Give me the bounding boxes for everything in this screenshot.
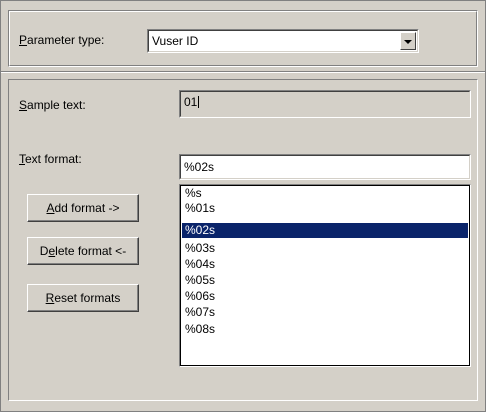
parameter-type-label-mnemonic: P <box>19 33 28 47</box>
parameter-type-label-text: arameter type: <box>27 33 105 47</box>
text-format-input[interactable]: %02s <box>179 154 471 180</box>
parameter-type-value: Vuser ID <box>152 34 199 48</box>
add-format-button[interactable]: Add format -> <box>27 194 139 222</box>
reset-formats-button[interactable]: Reset formats <box>27 284 139 312</box>
delete-format-button[interactable]: Delete format <- <box>27 237 139 265</box>
parameter-properties-dialog: Parameter type: Vuser ID Sample text: 01… <box>0 0 486 412</box>
sample-text-label: Sample text: <box>19 98 86 112</box>
chevron-down-icon <box>404 40 412 44</box>
format-list-item[interactable]: %04s <box>182 257 468 272</box>
add-format-label-post: dd format -> <box>54 201 120 215</box>
reset-formats-label-mnemonic: R <box>45 291 55 305</box>
parameter-type-dropdown[interactable]: Vuser ID <box>147 29 419 53</box>
text-cursor <box>198 96 200 108</box>
parameter-type-label: Parameter type: <box>19 33 104 47</box>
format-list-item[interactable]: %07s <box>182 305 468 320</box>
format-list-item[interactable]: %s <box>182 186 468 201</box>
reset-formats-label-post: eset formats <box>54 291 121 305</box>
sample-text-field-frame <box>180 91 470 117</box>
sample-text-label-mnemonic: S <box>19 98 28 112</box>
format-list[interactable]: %s %01s %02s %03s %04s %05s %06s %07s %0… <box>179 184 471 367</box>
text-format-value: %02s <box>184 160 215 174</box>
format-list-item[interactable]: %08s <box>182 322 468 337</box>
format-list-item[interactable]: %01s <box>182 201 468 216</box>
text-format-label: Text format: <box>19 152 82 166</box>
sample-text-label-text: ample text: <box>27 98 86 112</box>
sample-text-value-wrap: 01 <box>184 95 200 109</box>
section-separator <box>1 71 485 73</box>
delete-format-label-post: lete format <- <box>55 244 127 258</box>
text-format-input-frame <box>180 155 470 179</box>
format-list-item[interactable]: %06s <box>182 289 468 304</box>
sample-text-field: 01 <box>179 90 471 118</box>
text-format-label-text: ext format: <box>25 152 82 166</box>
format-list-item[interactable]: %05s <box>182 273 468 288</box>
format-list-item[interactable]: %03s <box>182 241 468 256</box>
sample-text-value: 01 <box>184 95 198 109</box>
format-list-item[interactable]: %02s <box>182 223 468 238</box>
dropdown-arrow-button[interactable] <box>400 32 416 50</box>
